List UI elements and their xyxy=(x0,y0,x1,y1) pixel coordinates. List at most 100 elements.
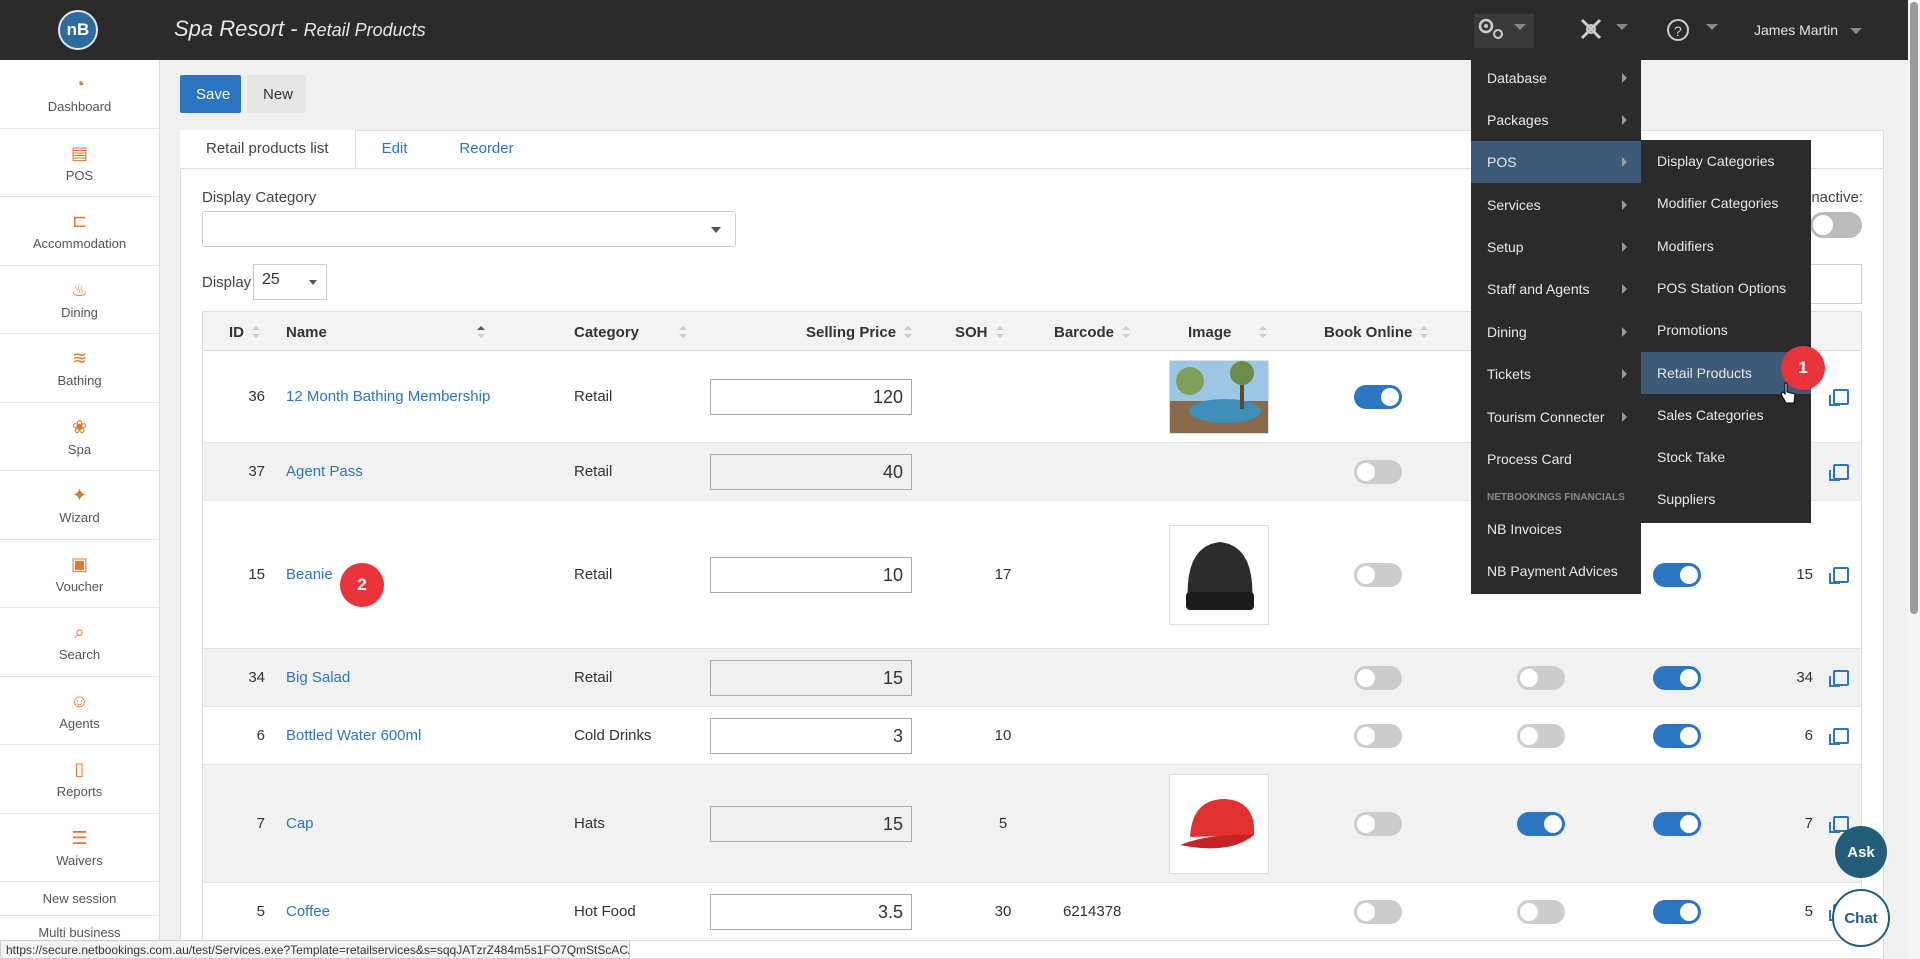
column-header-barcode[interactable]: Barcode xyxy=(1054,324,1131,341)
column-header-selling-price[interactable]: Selling Price xyxy=(806,324,913,341)
row-toggle-2[interactable] xyxy=(1517,724,1565,748)
menu-item-dining[interactable]: Dining xyxy=(1471,311,1641,353)
sidebar-item-agents[interactable]: ☺ Agents xyxy=(0,677,159,745)
selling-price-input[interactable]: 3.5 xyxy=(710,894,912,930)
tab-reorder[interactable]: Reorder xyxy=(433,130,539,168)
book-online-toggle[interactable] xyxy=(1354,666,1402,690)
inactive-toggle[interactable] xyxy=(1810,212,1862,238)
sidebar-item-pos[interactable]: ▤ POS xyxy=(0,129,159,197)
menu-item-nb-payment-advices[interactable]: NB Payment Advices xyxy=(1471,550,1641,592)
row-toggle-2[interactable] xyxy=(1517,666,1565,690)
product-image[interactable] xyxy=(1169,360,1269,434)
selling-price-input[interactable]: 15 xyxy=(710,660,912,696)
product-name-link[interactable]: Cap xyxy=(286,815,314,832)
book-online-toggle[interactable] xyxy=(1354,563,1402,587)
product-name-link[interactable]: Big Salad xyxy=(286,669,350,686)
product-id: 7 xyxy=(256,815,265,832)
user-menu[interactable]: James Martin xyxy=(1754,22,1838,38)
submenu-item-stock-take[interactable]: Stock Take xyxy=(1641,436,1811,478)
new-button[interactable]: New xyxy=(247,75,306,113)
sidebar-item-bathing[interactable]: ≋ Bathing xyxy=(0,334,159,403)
sidebar-item-waivers[interactable]: ☰ Waivers xyxy=(0,814,159,882)
menu-item-packages[interactable]: Packages xyxy=(1471,99,1641,141)
search-input[interactable] xyxy=(1808,264,1862,304)
selling-price-input[interactable]: 3 xyxy=(710,718,912,754)
book-online-toggle[interactable] xyxy=(1354,385,1402,409)
menu-item-tickets[interactable]: Tickets xyxy=(1471,353,1641,395)
row-toggle-2[interactable] xyxy=(1517,900,1565,924)
product-name-link[interactable]: Beanie xyxy=(286,566,333,583)
sidebar-item-dining[interactable]: ♨ Dining xyxy=(0,266,159,334)
sidebar-item-accommodation[interactable]: ⊏ Accommodation xyxy=(0,197,159,266)
sidebar-item-label: Accommodation xyxy=(32,236,127,252)
sidebar-item-dashboard[interactable]: ◔ Dashboard xyxy=(0,60,159,129)
copy-icon[interactable] xyxy=(1829,670,1849,687)
book-online-toggle[interactable] xyxy=(1354,460,1402,484)
menu-item-tourism-connecter[interactable]: Tourism Connecter xyxy=(1471,396,1641,438)
row-toggle-3[interactable] xyxy=(1653,666,1701,690)
sidebar-item-reports[interactable]: ▯ Reports xyxy=(0,745,159,814)
selling-price-input[interactable]: 15 xyxy=(710,806,912,842)
row-toggle-3[interactable] xyxy=(1653,724,1701,748)
settings-menu-toggle[interactable] xyxy=(1474,14,1534,48)
column-header-soh[interactable]: SOH xyxy=(955,324,1004,341)
submenu-item-pos-station-options[interactable]: POS Station Options xyxy=(1641,267,1811,309)
tab-retail-products-list[interactable]: Retail products list xyxy=(180,130,356,168)
product-image[interactable] xyxy=(1169,774,1269,874)
row-toggle-3[interactable] xyxy=(1653,563,1701,587)
menu-item-database[interactable]: Database xyxy=(1471,57,1641,99)
submenu-item-display-categories[interactable]: Display Categories xyxy=(1641,140,1811,182)
column-header-category[interactable]: Category xyxy=(574,324,688,341)
display-count-select[interactable]: 25 xyxy=(253,264,327,300)
column-header-image[interactable]: Image xyxy=(1188,324,1268,341)
book-online-toggle[interactable] xyxy=(1354,812,1402,836)
ask-button[interactable]: Ask xyxy=(1835,826,1887,878)
sidebar-item-wizard[interactable]: ✦ Wizard xyxy=(0,471,159,540)
nb-logo[interactable]: nB xyxy=(58,10,98,50)
submenu-item-promotions[interactable]: Promotions xyxy=(1641,309,1811,351)
product-name-link[interactable]: Agent Pass xyxy=(286,463,363,480)
row-toggle-3[interactable] xyxy=(1653,812,1701,836)
new-session-link[interactable]: New session xyxy=(0,882,159,916)
column-header-name[interactable]: Name xyxy=(286,324,485,341)
copy-icon[interactable] xyxy=(1829,728,1849,745)
submenu-item-modifiers[interactable]: Modifiers xyxy=(1641,225,1811,267)
book-online-toggle[interactable] xyxy=(1354,724,1402,748)
selling-price-input[interactable]: 40 xyxy=(710,454,912,490)
selling-price-input[interactable]: 10 xyxy=(710,557,912,593)
row-toggle-2[interactable] xyxy=(1517,812,1565,836)
sidebar-item-search[interactable]: ⌕ Search xyxy=(0,608,159,677)
menu-item-setup[interactable]: Setup xyxy=(1471,226,1641,268)
product-name-link[interactable]: Coffee xyxy=(286,903,330,920)
chat-button[interactable]: Chat xyxy=(1832,889,1890,947)
tab-edit[interactable]: Edit xyxy=(356,130,434,168)
tab-bar: Retail products list Edit Reorder xyxy=(180,130,540,168)
product-image[interactable] xyxy=(1169,525,1269,625)
submenu-item-modifier-categories[interactable]: Modifier Categories xyxy=(1641,182,1811,224)
copy-icon[interactable] xyxy=(1829,389,1849,406)
product-name-link[interactable]: 12 Month Bathing Membership xyxy=(286,388,490,405)
sidebar-item-voucher[interactable]: ▣ Voucher xyxy=(0,540,159,608)
book-online-toggle[interactable] xyxy=(1354,900,1402,924)
menu-item-process-card[interactable]: Process Card xyxy=(1471,438,1641,480)
page-scrollbar[interactable] xyxy=(1908,0,1920,959)
menu-item-pos[interactable]: POS xyxy=(1471,141,1641,183)
menu-item-services[interactable]: Services xyxy=(1471,184,1641,226)
display-category-select[interactable] xyxy=(202,211,736,247)
selling-price-input[interactable]: 120 xyxy=(710,379,912,415)
copy-icon[interactable] xyxy=(1829,567,1849,584)
submenu-item-suppliers[interactable]: Suppliers xyxy=(1641,478,1811,520)
sidebar-item-spa[interactable]: ❀ Spa xyxy=(0,403,159,471)
copy-icon[interactable] xyxy=(1829,464,1849,481)
row-toggle-3[interactable] xyxy=(1653,900,1701,924)
save-button[interactable]: Save xyxy=(180,75,241,113)
menu-item-staff-and-agents[interactable]: Staff and Agents xyxy=(1471,268,1641,310)
menu-item-nb-invoices[interactable]: NB Invoices xyxy=(1471,508,1641,550)
menu-item-label: Database xyxy=(1487,70,1547,86)
product-name-link[interactable]: Bottled Water 600ml xyxy=(286,727,421,744)
tools-menu-toggle[interactable] xyxy=(1576,14,1636,48)
help-menu-toggle[interactable]: ? xyxy=(1666,14,1726,48)
scrollbar-thumb[interactable] xyxy=(1910,2,1918,614)
column-header-id[interactable]: ID xyxy=(229,324,260,341)
column-header-book-online[interactable]: Book Online xyxy=(1324,324,1429,341)
